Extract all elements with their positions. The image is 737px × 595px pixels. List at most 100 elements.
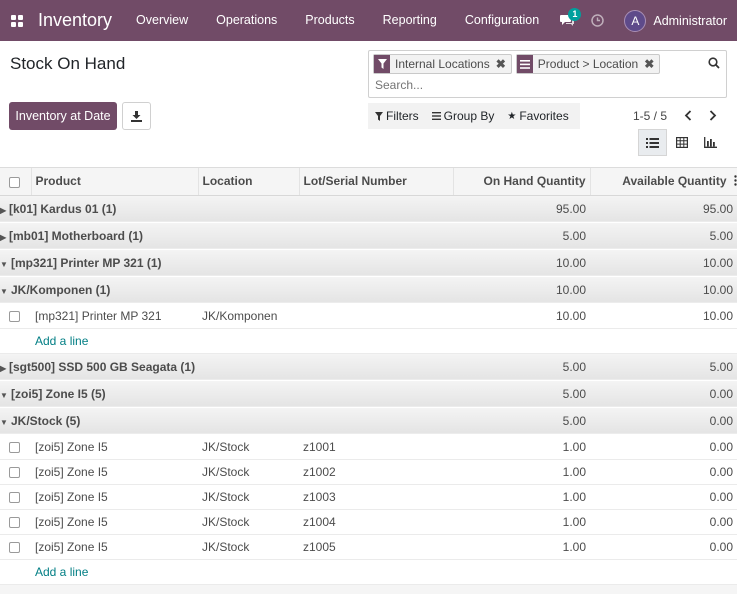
cell-product[interactable]: [zoi5] Zone I5 — [31, 484, 198, 510]
menu-overview[interactable]: Overview — [122, 0, 202, 41]
favorites-dropdown[interactable]: ★ Favorites — [500, 109, 574, 123]
column-header-on-hand[interactable]: On Hand Quantity — [453, 168, 591, 196]
cell-location[interactable]: JK/Stock — [198, 509, 299, 535]
table-row[interactable]: [zoi5] Zone I5 JK/Stock z1004 1.00 0.00 — [0, 509, 737, 535]
facet-remove-icon[interactable]: ✖ — [642, 57, 659, 71]
main-menu: Overview Operations Products Reporting C… — [122, 0, 553, 41]
group-row[interactable]: ▼ [mp321] Printer MP 321 (1) 10.00 10.00 — [0, 249, 737, 277]
apps-menu-icon[interactable] — [0, 0, 34, 41]
download-icon — [131, 110, 142, 122]
table-row[interactable]: [zoi5] Zone I5 JK/Stock z1003 1.00 0.00 — [0, 484, 737, 510]
cell-on-hand[interactable]: 1.00 — [453, 434, 590, 460]
select-all-cell — [0, 168, 32, 196]
cell-product[interactable]: [zoi5] Zone I5 — [31, 434, 198, 460]
user-menu[interactable]: A Administrator — [612, 9, 737, 32]
cell-lot[interactable]: z1005 — [299, 534, 453, 560]
row-checkbox[interactable] — [9, 466, 20, 478]
add-line-cell: Add a line — [0, 559, 737, 585]
table-row[interactable]: [mp321] Printer MP 321 JK/Komponen 10.00… — [0, 303, 737, 329]
avatar: A — [624, 9, 647, 32]
table-row[interactable]: [zoi5] Zone I5 JK/Stock z1005 1.00 0.00 — [0, 534, 737, 560]
add-line-link[interactable]: Add a line — [4, 565, 88, 579]
cell-lot[interactable]: z1004 — [299, 509, 453, 535]
subgroup-row[interactable]: ▼ JK/Stock (5) 5.00 0.00 — [0, 407, 737, 435]
cell-product[interactable]: [zoi5] Zone I5 — [31, 459, 198, 485]
graph-view-button[interactable] — [696, 129, 725, 156]
row-checkbox[interactable] — [9, 491, 20, 503]
row-checkbox[interactable] — [9, 541, 20, 553]
view-switcher — [638, 129, 725, 156]
facet-filter: Internal Locations ✖ — [373, 54, 512, 74]
row-select-cell — [0, 303, 31, 329]
cell-lot[interactable] — [299, 303, 453, 329]
list-icon — [431, 112, 441, 120]
search-options-bar: Filters Group By ★ Favorites — [368, 103, 580, 129]
download-button[interactable] — [122, 102, 151, 130]
table-footer-row — [0, 584, 737, 594]
pivot-view-button[interactable] — [667, 129, 696, 156]
group-label: [sgt500] SSD 500 GB Seagata (1) — [9, 359, 196, 374]
messaging-icon[interactable]: 1 — [552, 0, 582, 41]
table-row[interactable]: [zoi5] Zone I5 JK/Stock z1002 1.00 0.00 — [0, 459, 737, 485]
search-icon[interactable] — [708, 57, 720, 72]
cell-lot[interactable]: z1002 — [299, 459, 453, 485]
inventory-at-date-button[interactable]: Inventory at Date — [9, 102, 117, 130]
cell-on-hand[interactable]: 1.00 — [453, 509, 590, 535]
group-row[interactable]: ▶ [sgt500] SSD 500 GB Seagata (1) 5.00 5.… — [0, 353, 737, 381]
column-header-available-label: Available Quantity — [622, 174, 727, 189]
menu-configuration[interactable]: Configuration — [451, 0, 553, 41]
bar-chart-icon — [704, 137, 717, 148]
menu-reporting[interactable]: Reporting — [369, 0, 451, 41]
favorites-label: Favorites — [519, 109, 569, 123]
cell-lot[interactable]: z1001 — [299, 434, 453, 460]
cell-location[interactable]: JK/Stock — [198, 459, 299, 485]
caret-down-icon: ▼ — [0, 286, 8, 296]
group-available: 5.00 — [590, 222, 737, 250]
search-input[interactable] — [375, 78, 695, 92]
cell-location[interactable]: JK/Stock — [198, 434, 299, 460]
cell-product[interactable]: [mp321] Printer MP 321 — [31, 303, 198, 329]
activity-clock-icon[interactable] — [582, 0, 612, 41]
group-available: 10.00 — [590, 249, 737, 277]
group-row[interactable]: ▶ [k01] Kardus 01 (1) 95.00 95.00 — [0, 195, 737, 223]
pager-value[interactable]: 1-5 / 5 — [633, 109, 667, 123]
group-row[interactable]: ▶ [mb01] Motherboard (1) 5.00 5.00 — [0, 222, 737, 250]
menu-products[interactable]: Products — [291, 0, 368, 41]
column-header-available[interactable]: Available Quantity — [590, 168, 737, 196]
app-name[interactable]: Inventory — [34, 10, 122, 31]
cell-product[interactable]: [zoi5] Zone I5 — [31, 509, 198, 535]
filters-dropdown[interactable]: Filters — [368, 109, 425, 123]
menu-operations[interactable]: Operations — [202, 0, 291, 41]
column-header-lot[interactable]: Lot/Serial Number — [299, 168, 454, 196]
row-checkbox[interactable] — [9, 310, 20, 322]
add-line-link[interactable]: Add a line — [4, 334, 88, 348]
group-available: 95.00 — [590, 195, 737, 223]
cell-on-hand[interactable]: 1.00 — [453, 484, 590, 510]
column-header-product[interactable]: Product — [31, 168, 199, 196]
table-row[interactable]: [zoi5] Zone I5 JK/Stock z1001 1.00 0.00 — [0, 434, 737, 460]
cell-location[interactable]: JK/Stock — [198, 484, 299, 510]
table-header: Product Location Lot/Serial Number On Ha… — [0, 168, 737, 196]
caret-right-icon: ▶ — [0, 205, 7, 215]
subgroup-row[interactable]: ▼ JK/Komponen (1) 10.00 10.00 — [0, 276, 737, 304]
select-all-checkbox[interactable] — [9, 176, 20, 188]
group-by-dropdown[interactable]: Group By — [425, 109, 501, 123]
group-available: 5.00 — [590, 353, 737, 381]
cell-lot[interactable]: z1003 — [299, 484, 453, 510]
cell-location[interactable]: JK/Stock — [198, 534, 299, 560]
cell-on-hand[interactable]: 10.00 — [453, 303, 590, 329]
row-checkbox[interactable] — [9, 516, 20, 528]
cell-location[interactable]: JK/Komponen — [198, 303, 299, 329]
chevron-right-icon[interactable] — [706, 107, 720, 123]
group-row[interactable]: ▼ [zoi5] Zone I5 (5) 5.00 0.00 — [0, 380, 737, 408]
chevron-left-icon[interactable] — [681, 107, 695, 123]
list-view-button[interactable] — [638, 129, 667, 156]
cell-on-hand[interactable]: 1.00 — [453, 459, 590, 485]
row-checkbox[interactable] — [9, 441, 20, 453]
column-header-location[interactable]: Location — [198, 168, 300, 196]
facet-remove-icon[interactable]: ✖ — [494, 57, 511, 71]
cell-on-hand[interactable]: 1.00 — [453, 534, 590, 560]
group-by-label: Group By — [443, 109, 495, 123]
column-options-icon[interactable] — [733, 175, 736, 189]
cell-product[interactable]: [zoi5] Zone I5 — [31, 534, 198, 560]
